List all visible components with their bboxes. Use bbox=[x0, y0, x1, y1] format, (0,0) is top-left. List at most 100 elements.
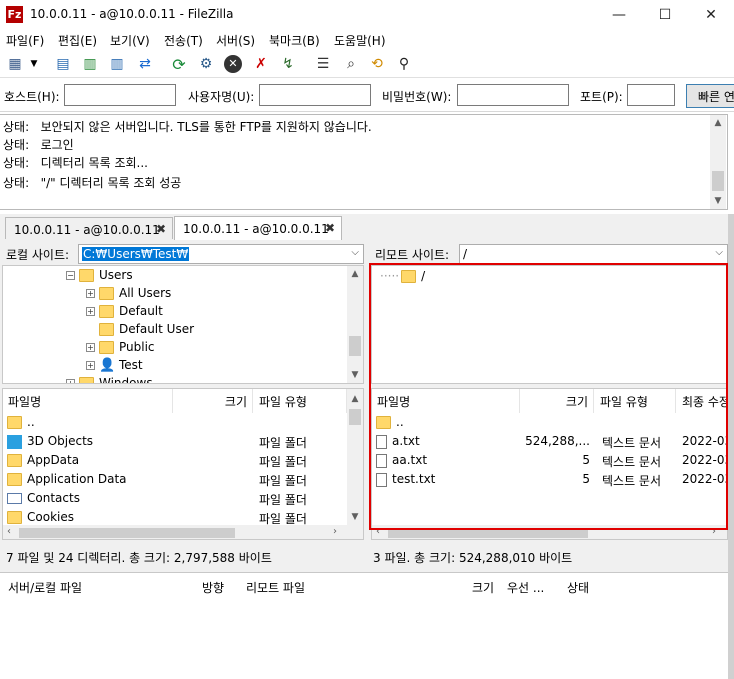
find-files-icon[interactable]: ⚲ bbox=[393, 53, 415, 75]
minimize-button[interactable]: — bbox=[596, 0, 642, 30]
refresh-icon[interactable]: ⟳ bbox=[168, 53, 190, 75]
connection-tabs: 10.0.0.11 - a@10.0.0.11 ✖ 10.0.0.11 - a@… bbox=[0, 214, 734, 240]
log-scroll-thumb[interactable] bbox=[712, 171, 724, 191]
user-folder-icon: 👤 bbox=[99, 357, 116, 373]
tree-item-all-users[interactable]: + All Users bbox=[86, 286, 171, 300]
port-label: 포트(P): bbox=[580, 90, 623, 104]
scroll-up-icon[interactable]: ▲ bbox=[710, 115, 726, 131]
tab-close-icon[interactable]: ✖ bbox=[156, 222, 166, 236]
title-bar: Fz 10.0.0.11 - a@10.0.0.11 - FileZilla —… bbox=[0, 0, 734, 30]
username-label: 사용자명(U): bbox=[188, 90, 255, 104]
chevron-down-icon[interactable]: ⌵ bbox=[351, 247, 359, 258]
file-row-parent[interactable]: .. bbox=[7, 415, 347, 434]
queue-column-server-local-file[interactable]: 서버/로컬 파일 bbox=[8, 579, 82, 596]
scroll-down-icon[interactable]: ▼ bbox=[347, 509, 363, 525]
toggle-queue-icon[interactable]: ⇄ bbox=[134, 53, 156, 75]
quickconnect-bar: 호스트(H): 사용자명(U): 비밀번호(W): 포트(P): 빠른 연 bbox=[0, 80, 734, 112]
scroll-down-icon[interactable]: ▼ bbox=[347, 367, 363, 383]
site-manager-icon[interactable]: ▦ bbox=[4, 53, 26, 75]
toggle-remote-tree-icon[interactable]: ▥ bbox=[106, 53, 128, 75]
tree-item-public[interactable]: + Public bbox=[86, 340, 155, 354]
remote-path-value: / bbox=[463, 247, 468, 261]
log-line: 상태: 로그인 bbox=[3, 138, 74, 152]
cancel-icon[interactable]: ✕ bbox=[222, 53, 244, 75]
remote-path-field[interactable]: / ⌵ bbox=[459, 244, 728, 264]
expand-icon[interactable]: + bbox=[86, 307, 95, 316]
host-label: 호스트(H): bbox=[4, 90, 60, 104]
local-path-field[interactable]: C:₩Users₩Test₩ ⌵ bbox=[78, 244, 364, 264]
local-list-scrollbar[interactable]: ▲ ▼ bbox=[347, 389, 363, 525]
close-button[interactable]: ✕ bbox=[688, 0, 734, 30]
queue-column-size[interactable]: 크기 bbox=[472, 579, 494, 596]
transfer-queue: 서버/로컬 파일 방향 리모트 파일 크기 우선 ... 상태 bbox=[0, 572, 728, 679]
expand-icon[interactable]: + bbox=[86, 361, 95, 370]
port-input[interactable] bbox=[627, 84, 675, 106]
menu-help[interactable]: 도움말(H) bbox=[334, 32, 386, 49]
expand-icon[interactable]: + bbox=[86, 289, 95, 298]
file-row[interactable]: Application Data 파일 폴더 bbox=[7, 472, 347, 491]
scroll-thumb[interactable] bbox=[349, 409, 361, 425]
file-row[interactable]: 3D Objects 파일 폴더 bbox=[7, 434, 347, 453]
tree-item-default[interactable]: + Default bbox=[86, 304, 163, 318]
quickconnect-button[interactable]: 빠른 연 bbox=[686, 84, 734, 108]
column-filename[interactable]: 파일명 ^ bbox=[3, 389, 173, 413]
queue-column-remote-file[interactable]: 리모트 파일 bbox=[246, 579, 305, 596]
file-row[interactable]: Contacts 파일 폴더 bbox=[7, 491, 347, 510]
folder-icon bbox=[79, 269, 94, 282]
username-input[interactable] bbox=[259, 84, 371, 106]
file-row[interactable]: AppData 파일 폴더 bbox=[7, 453, 347, 472]
tab-connection-1[interactable]: 10.0.0.11 - a@10.0.0.11 ✖ bbox=[5, 217, 173, 239]
search-icon[interactable]: ⌕ bbox=[340, 53, 362, 75]
queue-column-priority[interactable]: 우선 ... bbox=[507, 579, 544, 596]
menu-transfer[interactable]: 전송(T) bbox=[164, 32, 203, 49]
local-directory-tree: − Users + All Users + Default Default User … bbox=[2, 265, 364, 384]
log-scrollbar[interactable]: ▲ ▼ bbox=[710, 115, 726, 209]
folder-icon bbox=[7, 416, 22, 429]
queue-column-status[interactable]: 상태 bbox=[567, 579, 589, 596]
toggle-local-tree-icon[interactable]: ▥ bbox=[79, 53, 101, 75]
local-tree-scrollbar[interactable]: ▲ ▼ bbox=[347, 266, 363, 383]
scroll-up-icon[interactable]: ▲ bbox=[347, 266, 363, 282]
message-log: 상태: 보안되지 않은 서버입니다. TLS를 통한 FTP를 지원하지 않습니… bbox=[0, 114, 728, 210]
menu-server[interactable]: 서버(S) bbox=[216, 32, 255, 49]
tree-item-test[interactable]: + 👤 Test bbox=[86, 358, 143, 373]
column-size[interactable]: 크기 bbox=[173, 389, 253, 413]
menu-bar: 파일(F) 편집(E) 보기(V) 전송(T) 서버(S) 북마크(B) 도움말… bbox=[0, 30, 734, 50]
tab-connection-2[interactable]: 10.0.0.11 - a@10.0.0.11 ✖ bbox=[174, 216, 342, 240]
directory-listing-filter-icon[interactable]: ☰ bbox=[312, 53, 334, 75]
tab-close-icon[interactable]: ✖ bbox=[325, 221, 335, 235]
folder-icon bbox=[79, 377, 94, 383]
scroll-up-icon[interactable]: ▲ bbox=[347, 391, 363, 407]
scroll-right-icon[interactable]: › bbox=[333, 526, 337, 537]
folder-icon bbox=[7, 454, 22, 467]
local-list-hscrollbar[interactable]: ‹ › bbox=[3, 525, 363, 539]
menu-view[interactable]: 보기(V) bbox=[110, 32, 150, 49]
scroll-thumb[interactable] bbox=[349, 336, 361, 356]
reconnect-icon[interactable]: ↯ bbox=[277, 53, 299, 75]
tree-item-windows[interactable]: + Windows bbox=[66, 376, 153, 383]
hscroll-thumb[interactable] bbox=[19, 528, 235, 538]
tree-item-default-user[interactable]: Default User bbox=[86, 322, 194, 336]
tree-item-users[interactable]: − Users bbox=[66, 268, 133, 282]
sync-browse-icon[interactable]: ⟲ bbox=[366, 53, 388, 75]
queue-column-direction[interactable]: 방향 bbox=[202, 579, 224, 596]
expand-icon[interactable]: + bbox=[86, 343, 95, 352]
disconnect-icon[interactable]: ✗ bbox=[250, 53, 272, 75]
scroll-left-icon[interactable]: ‹ bbox=[7, 526, 11, 537]
column-filetype[interactable]: 파일 유형 bbox=[253, 389, 347, 413]
maximize-button[interactable]: ☐ bbox=[642, 0, 688, 30]
remote-status: 3 파일. 총 크기: 524,288,010 바이트 bbox=[373, 551, 573, 565]
collapse-icon[interactable]: − bbox=[66, 271, 75, 280]
menu-file[interactable]: 파일(F) bbox=[6, 32, 44, 49]
filter-icon[interactable]: ⚙ bbox=[195, 53, 217, 75]
password-input[interactable] bbox=[457, 84, 569, 106]
menu-edit[interactable]: 편집(E) bbox=[58, 32, 97, 49]
chevron-down-icon[interactable]: ⌵ bbox=[715, 247, 723, 258]
expand-icon[interactable]: + bbox=[66, 379, 75, 383]
remote-site-label: 리모트 사이트: bbox=[375, 248, 450, 262]
toggle-log-icon[interactable]: ▤ bbox=[52, 53, 74, 75]
site-manager-dropdown-icon[interactable]: ▼ bbox=[27, 53, 41, 75]
scroll-down-icon[interactable]: ▼ bbox=[710, 193, 726, 209]
host-input[interactable] bbox=[64, 84, 176, 106]
menu-bookmarks[interactable]: 북마크(B) bbox=[269, 32, 320, 49]
